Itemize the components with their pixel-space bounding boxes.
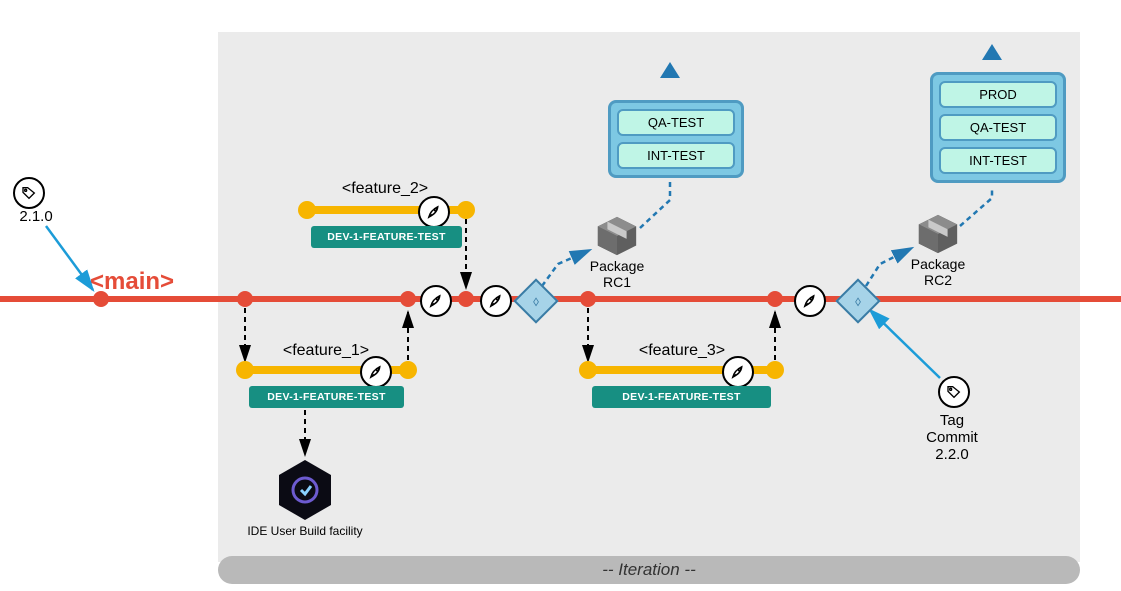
rocket-icon	[722, 356, 754, 388]
iteration-bar: -- Iteration --	[218, 556, 1080, 584]
feature-commit-dot	[236, 361, 254, 379]
up-triangle-icon	[660, 62, 680, 78]
env-chip: INT-TEST	[617, 142, 735, 169]
ide-hex-icon	[277, 458, 333, 522]
rocket-icon	[360, 356, 392, 388]
feature-commit-dot	[298, 201, 316, 219]
package-icon	[594, 213, 640, 259]
dev-feature-test-badge: DEV-1-FEATURE-TEST	[311, 226, 462, 248]
rocket-icon	[480, 285, 512, 317]
dev-feature-test-badge: DEV-1-FEATURE-TEST	[592, 386, 771, 408]
env-chip: QA-TEST	[939, 114, 1057, 141]
rocket-icon	[420, 285, 452, 317]
package-rc2-label: Package RC2	[911, 256, 965, 288]
main-commit-dot	[400, 291, 416, 307]
package-icon	[915, 211, 961, 257]
env-chip: INT-TEST	[939, 147, 1057, 174]
feature-2-label: <feature_2>	[342, 180, 428, 198]
package-rc1-label: Package RC1	[590, 258, 644, 290]
dev-feature-test-badge: DEV-1-FEATURE-TEST	[249, 386, 404, 408]
env-chip: PROD	[939, 81, 1057, 108]
tag-icon	[938, 376, 970, 408]
rocket-icon	[794, 285, 826, 317]
env-stack-rc1: QA-TEST INT-TEST	[608, 100, 744, 178]
feature-commit-dot	[579, 361, 597, 379]
feature-1-label: <feature_1>	[283, 342, 369, 360]
main-commit-dot	[767, 291, 783, 307]
feature-3-label: <feature_3>	[639, 342, 725, 360]
main-commit-dot	[458, 291, 474, 307]
tag-start-label: 2.1.0	[19, 208, 52, 225]
feature-commit-dot	[399, 361, 417, 379]
iteration-label: -- Iteration --	[602, 560, 696, 580]
feature-commit-dot	[457, 201, 475, 219]
main-commit-dot	[580, 291, 596, 307]
ide-label: IDE User Build facility	[247, 524, 362, 538]
up-triangle-icon	[982, 44, 1002, 60]
rocket-icon	[418, 196, 450, 228]
env-stack-rc2: PROD QA-TEST INT-TEST	[930, 72, 1066, 183]
tag-end-label: Tag Commit 2.2.0	[926, 412, 978, 463]
feature-commit-dot	[766, 361, 784, 379]
tag-icon	[13, 177, 45, 209]
main-commit-dot	[237, 291, 253, 307]
main-commit-dot	[93, 291, 109, 307]
env-chip: QA-TEST	[617, 109, 735, 136]
main-branch-line	[0, 296, 1121, 302]
